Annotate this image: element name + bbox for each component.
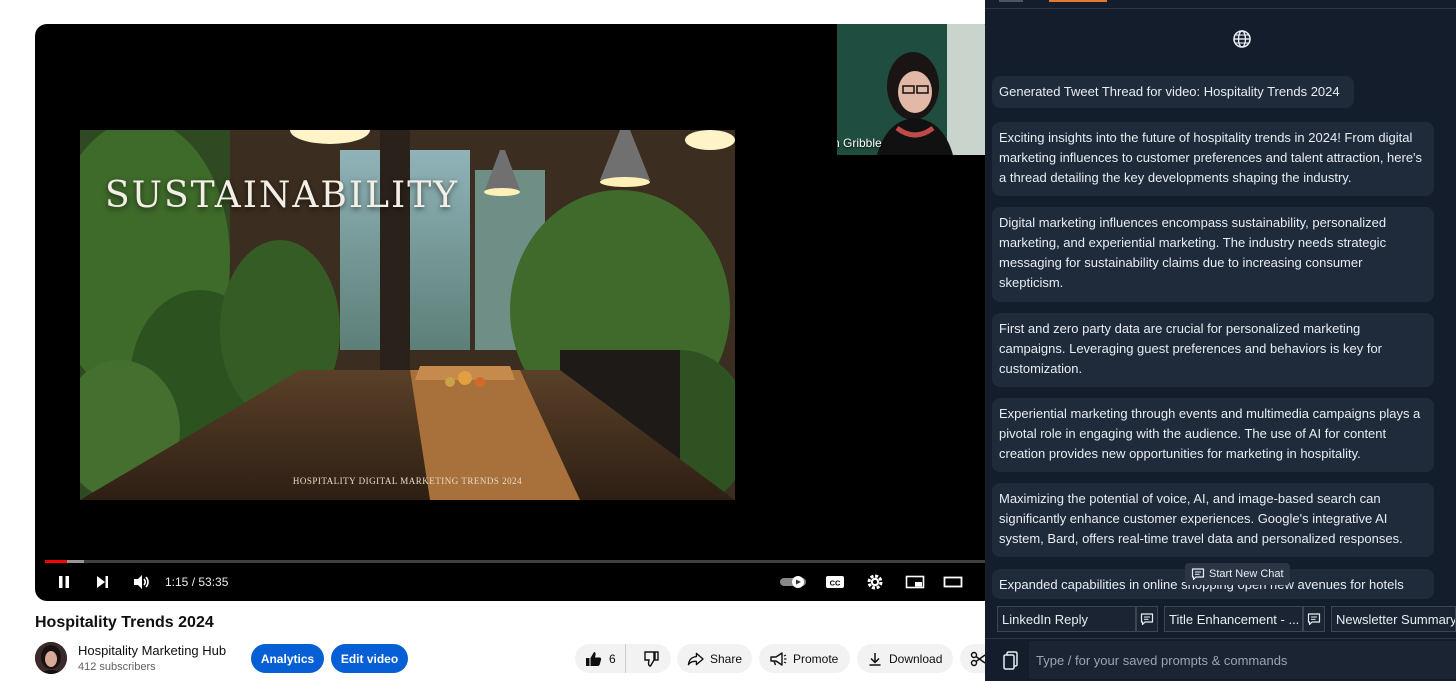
chip-label: LinkedIn Reply xyxy=(1002,611,1088,627)
prompt-chip-newsletter-summary[interactable]: Newsletter Summary xyxy=(1331,606,1456,632)
cc-icon: CC xyxy=(826,576,844,588)
like-button[interactable]: 6 xyxy=(575,644,626,673)
edit-video-button[interactable]: Edit video xyxy=(331,644,408,673)
scissors-icon xyxy=(970,651,986,666)
like-dislike-group: 6 xyxy=(575,644,671,673)
start-new-chat-label: Start New Chat xyxy=(1209,568,1284,580)
chat-icon xyxy=(1307,613,1321,626)
presenter-name: Dawn Gribble xyxy=(837,136,882,150)
autoplay-toggle[interactable] xyxy=(779,570,809,594)
start-new-chat-button[interactable]: Start New Chat xyxy=(1185,563,1290,585)
progress-buffer xyxy=(66,560,84,563)
skip-next-icon xyxy=(97,576,108,588)
chip-label: Newsletter Summary xyxy=(1336,611,1456,627)
analytics-button[interactable]: Analytics xyxy=(251,644,324,673)
captions-button[interactable]: CC xyxy=(823,570,847,594)
promote-button[interactable]: Promote xyxy=(759,644,850,673)
progress-played xyxy=(45,560,67,563)
toggle-icon xyxy=(780,576,806,588)
slide-title: SUSTAINABILITY xyxy=(105,175,460,216)
miniplayer-button[interactable] xyxy=(903,570,927,594)
download-button[interactable]: Download xyxy=(857,644,953,673)
thumbs-down-icon xyxy=(644,650,660,667)
like-count: 6 xyxy=(609,651,616,666)
theater-mode-button[interactable] xyxy=(941,570,965,594)
volume-icon xyxy=(134,575,149,589)
subscriber-count: 412 subscribers xyxy=(78,661,156,673)
time-display: 1:15 / 53:35 xyxy=(165,575,229,589)
megaphone-icon xyxy=(770,651,787,666)
tweet-message: Experiential marketing through events an… xyxy=(992,398,1434,472)
slide-footer: HOSPITALITY DIGITAL MARKETING TRENDS 202… xyxy=(292,476,523,486)
chip-chat-button[interactable] xyxy=(1303,606,1325,632)
tweet-message: First and zero party data are crucial fo… xyxy=(992,313,1434,387)
avatar-image xyxy=(35,642,67,674)
video-frame: SUSTAINABILITY HOSPITALITY DIGITAL MARKE… xyxy=(80,130,735,500)
globe-button[interactable] xyxy=(1230,27,1254,51)
chip-label: Title Enhancement - ... xyxy=(1169,611,1300,627)
promote-label: Promote xyxy=(793,651,839,666)
prompt-library-icon xyxy=(1003,651,1018,670)
tweet-message: Exciting insights into the future of hos… xyxy=(992,122,1434,196)
pause-button[interactable] xyxy=(53,570,75,594)
thread-header: Generated Tweet Thread for video: Hospit… xyxy=(992,76,1354,108)
volume-button[interactable] xyxy=(130,570,154,594)
chat-icon xyxy=(1191,568,1205,581)
channel-avatar[interactable] xyxy=(35,642,67,674)
thumbs-up-icon xyxy=(586,651,602,666)
saved-prompts-button[interactable] xyxy=(1001,650,1021,672)
download-label: Download xyxy=(889,651,943,666)
download-icon xyxy=(869,652,881,666)
tweet-message: Maximizing the potential of voice, AI, a… xyxy=(992,483,1434,557)
video-title: Hospitality Trends 2024 xyxy=(35,614,214,631)
share-label: Share xyxy=(709,651,742,666)
theater-icon xyxy=(943,576,963,588)
miniplayer-icon xyxy=(905,575,925,589)
panel-divider xyxy=(985,8,1456,9)
globe-icon xyxy=(1233,30,1251,48)
dislike-button[interactable] xyxy=(632,644,671,673)
settings-button[interactable] xyxy=(863,570,887,594)
tweet-message: Digital marketing influences encompass s… xyxy=(992,207,1434,302)
next-button[interactable] xyxy=(91,570,113,594)
webcam-overlay: Dawn Gribble xyxy=(837,24,995,155)
progress-bar[interactable] xyxy=(45,560,985,563)
svg-text:CC: CC xyxy=(830,579,841,588)
chip-chat-button[interactable] xyxy=(1136,606,1158,632)
panel-tab-inactive[interactable] xyxy=(999,0,1023,2)
panel-tab-active[interactable] xyxy=(1049,0,1107,2)
channel-name[interactable]: Hospitality Marketing Hub xyxy=(78,643,226,658)
share-icon xyxy=(687,652,704,665)
video-player[interactable]: SUSTAINABILITY HOSPITALITY DIGITAL MARKE… xyxy=(35,24,995,601)
share-button[interactable]: Share xyxy=(677,644,752,673)
chat-icon xyxy=(1140,613,1154,626)
prompt-chip-title-enhancement[interactable]: Title Enhancement - ... xyxy=(1164,606,1303,632)
prompt-input[interactable] xyxy=(1029,641,1456,679)
pause-icon xyxy=(59,576,69,588)
prompt-chip-linkedin-reply[interactable]: LinkedIn Reply xyxy=(997,606,1136,632)
ai-assistant-panel: Generated Tweet Thread for video: Hospit… xyxy=(985,0,1456,681)
gear-icon xyxy=(867,574,883,590)
